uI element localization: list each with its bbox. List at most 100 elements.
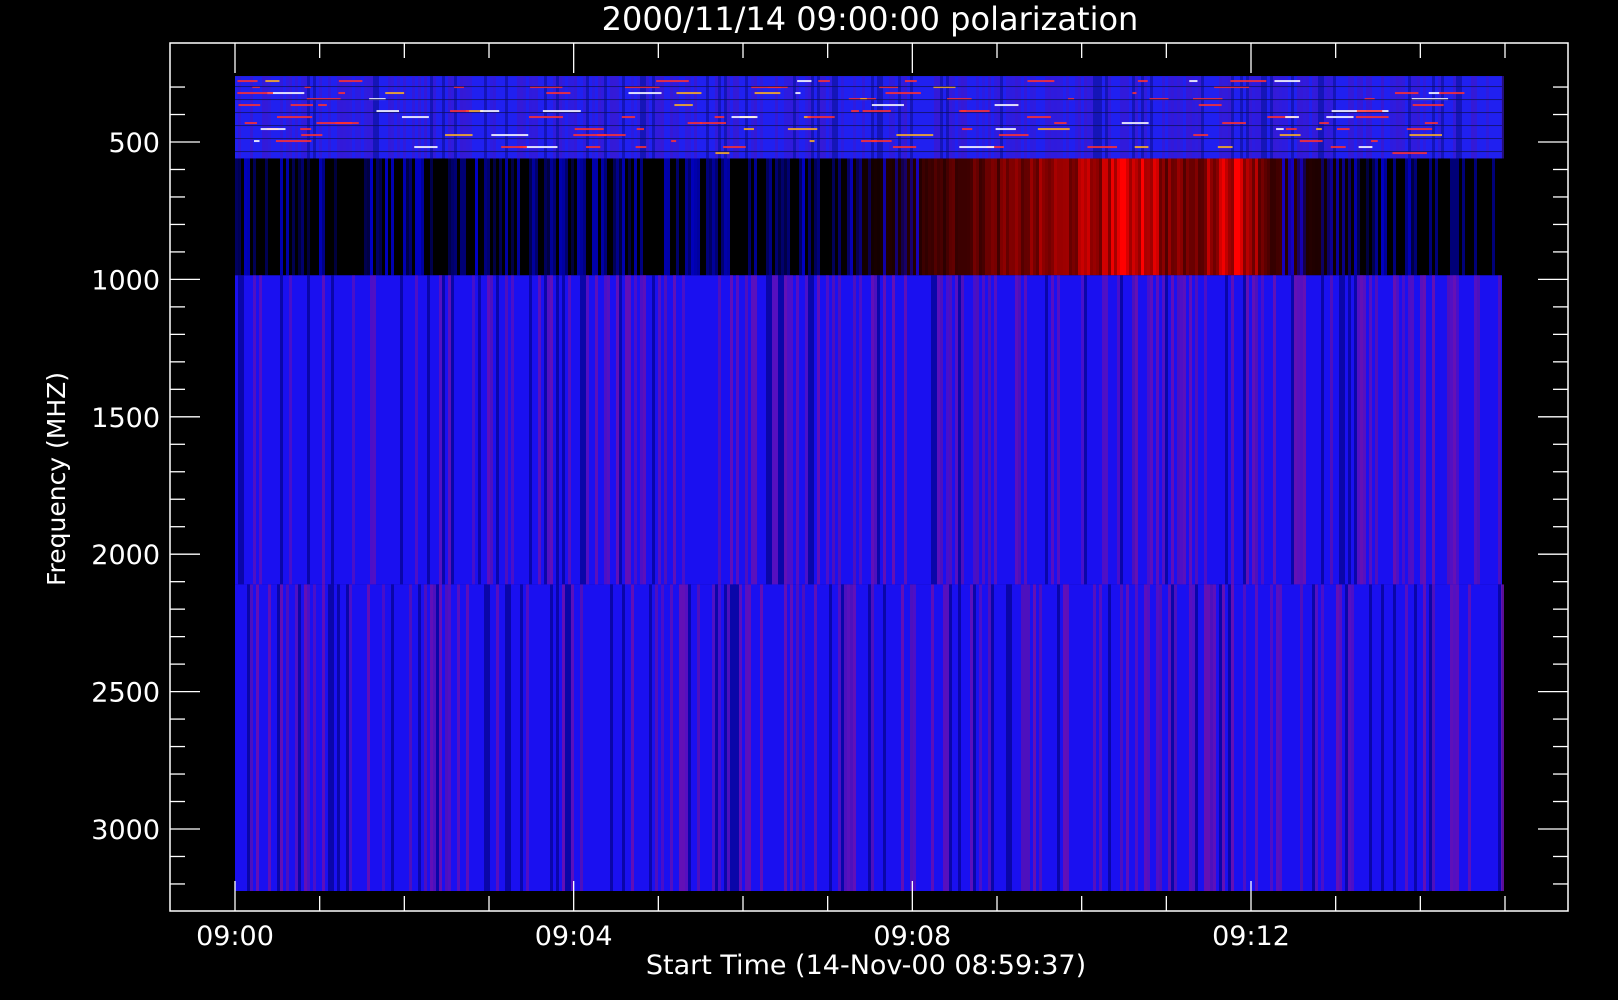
spectrum-column: [1390, 158, 1393, 276]
spectrum-column: [355, 76, 358, 159]
emission-streak: [1299, 140, 1323, 143]
spectrum-column: [1039, 158, 1042, 276]
spectrum-column: [598, 158, 601, 276]
emission-streak: [674, 104, 693, 107]
spectrum-column: [331, 158, 334, 276]
spectrum-column: [496, 158, 499, 276]
spectrum-column: [856, 158, 859, 276]
spectrum-column: [751, 275, 754, 585]
spectrum-column: [748, 158, 751, 276]
spectrum-column: [862, 158, 865, 276]
spectrum-column: [328, 76, 331, 159]
spectrum-column: [1438, 158, 1441, 276]
spectrum-column: [1291, 158, 1294, 276]
spectrum-column: [250, 76, 253, 159]
spectrum-column: [1339, 584, 1342, 891]
spectrum-column: [853, 158, 856, 276]
spectrum-column: [955, 275, 958, 585]
spectrum-column: [1459, 158, 1462, 276]
emission-streak: [714, 116, 725, 119]
spectrum-column: [643, 158, 646, 276]
spectrum-column: [655, 76, 658, 159]
band-1: [235, 76, 1504, 159]
spectrum-column: [808, 275, 811, 585]
spectrum-column: [1396, 76, 1399, 159]
emission-streak: [994, 104, 1019, 107]
emission-streak: [238, 104, 261, 107]
spectrum-column: [1042, 158, 1045, 276]
spectrum-column: [1405, 584, 1408, 891]
spectrum-column: [1279, 584, 1282, 891]
spectrum-column: [421, 158, 424, 276]
spectrum-column: [1171, 76, 1174, 159]
spectrum-column: [253, 275, 256, 585]
spectrum-column: [1186, 76, 1189, 159]
spectrum-column: [1375, 275, 1378, 585]
spectrum-column: [568, 158, 571, 276]
spectrum-column: [937, 275, 940, 585]
spectrum-column: [1297, 275, 1300, 585]
spectrum-column: [1252, 76, 1255, 159]
spectrum-column: [1057, 584, 1060, 891]
spectrum-column: [1114, 158, 1117, 276]
spectrum-column: [460, 76, 463, 159]
spectrum-column: [838, 275, 841, 585]
spectrum-column: [886, 158, 889, 276]
spectrum-column: [841, 584, 844, 891]
spectrum-column: [706, 158, 709, 276]
y-tick-label: 500: [108, 128, 160, 159]
spectrum-column: [784, 584, 787, 891]
spectrum-column: [1414, 158, 1417, 276]
spectrum-column: [907, 158, 910, 276]
spectrum-column: [1171, 275, 1174, 585]
spectrum-column: [868, 158, 871, 276]
spectrum-column: [235, 158, 238, 276]
spectrum-column: [685, 158, 688, 276]
spectrum-column: [427, 158, 430, 276]
spectrum-column: [1381, 158, 1384, 276]
spectrum-column: [1168, 158, 1171, 276]
emission-streak: [1274, 80, 1301, 83]
spectrum-column: [694, 76, 697, 159]
spectrum-column: [319, 76, 322, 159]
spectrum-column: [1258, 158, 1261, 276]
spectrum-column: [1402, 275, 1405, 585]
spectrum-column: [595, 275, 598, 585]
spectrum-column: [1321, 275, 1324, 585]
spectrum-column: [727, 584, 730, 891]
spectrum-column: [1315, 584, 1318, 891]
spectrum-column: [898, 158, 901, 276]
spectrum-column: [1357, 275, 1360, 585]
spectrum-column: [916, 158, 919, 276]
spectrum-column: [1066, 76, 1069, 159]
spectrum-column: [661, 584, 664, 891]
spectrum-column: [928, 158, 931, 276]
spectrum-column: [1174, 76, 1177, 159]
spectrum-column: [1189, 158, 1192, 276]
spectrum-column: [811, 275, 814, 585]
emission-streak: [1392, 152, 1427, 155]
spectrum-column: [655, 584, 658, 891]
emission-streak: [904, 80, 917, 83]
spectrum-column: [385, 158, 388, 276]
spectrum-column: [1117, 275, 1120, 585]
emission-streak: [1037, 128, 1070, 131]
spectrum-column: [1180, 76, 1183, 159]
spectrum-column: [337, 584, 340, 891]
spectrum-column: [1063, 158, 1066, 276]
spectrum-column: [1018, 275, 1021, 585]
spectrum-column: [1441, 76, 1444, 159]
spectrum-column: [298, 584, 301, 891]
spectrum-column: [958, 584, 961, 891]
spectrum-column: [973, 584, 976, 891]
spectrum-column: [550, 158, 553, 276]
spectrum-column: [562, 275, 565, 585]
spectrum-column: [565, 584, 568, 891]
spectrum-column: [760, 158, 763, 276]
spectrum-column: [682, 275, 685, 585]
spectrum-column: [457, 158, 460, 276]
spectrum-column: [1240, 76, 1243, 159]
emission-streak: [754, 92, 781, 95]
spectrum-column: [976, 158, 979, 276]
spectrum-column: [1165, 275, 1168, 585]
